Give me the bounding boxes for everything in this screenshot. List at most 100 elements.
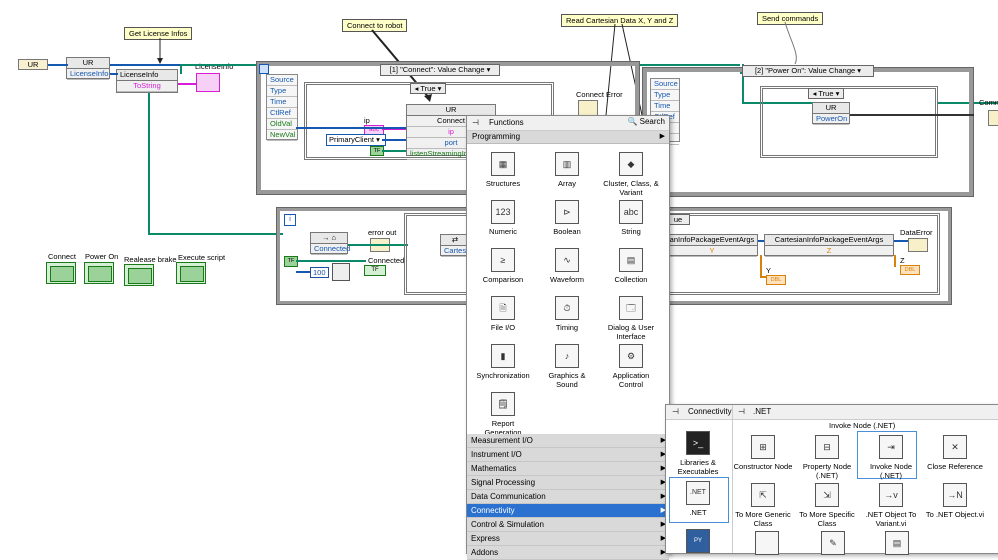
ur-property-node[interactable]: UR LicenseInfo [66, 57, 110, 80]
pin-icon[interactable]: ⊣ [672, 405, 679, 419]
poweron-invoke-node[interactable]: UR PowerOn [812, 102, 850, 125]
cluster-icon: ◆ [619, 152, 643, 176]
net-extra-item-2[interactable]: ✎ [803, 531, 863, 558]
to-more-generic-class-item[interactable]: ⇱ To More Generic Class [733, 483, 793, 528]
net-extra-icon-3: ▤ [885, 531, 909, 555]
release-brake-button[interactable] [124, 264, 154, 286]
file-io-icon: 🗎 [491, 296, 515, 320]
structures-icon: ▦ [491, 152, 515, 176]
comparison-icon: ≥ [491, 248, 515, 272]
palette-item-label: String [621, 227, 641, 236]
to-more-specific-class-item[interactable]: ⇲ To More Specific Class [797, 483, 857, 528]
comm-indicator[interactable] [988, 110, 998, 126]
execute-script-button-label: Execute script [178, 253, 226, 262]
array-palette-item[interactable]: ▥ Array [537, 152, 597, 188]
net-item[interactable]: .NET .NET [668, 481, 728, 517]
file-io-palette-item[interactable]: 🗎 File I/O [473, 296, 533, 332]
app-control-palette-item[interactable]: ⚙ Application Control [601, 344, 661, 389]
wait-ms-icon[interactable] [332, 263, 350, 281]
numeric-palette-item[interactable]: 123 Numeric [473, 200, 533, 236]
palette-item-label: Boolean [553, 227, 581, 236]
dialog-palette-item[interactable]: 🗔 Dialog & User Interface [601, 296, 661, 341]
collection-palette-item[interactable]: ▤ Collection [601, 248, 661, 284]
to-net-object-item[interactable]: →N To .NET Object.vi [925, 483, 985, 519]
to-more-generic-class-icon: ⇱ [751, 483, 775, 507]
net-title: .NET [753, 407, 772, 416]
waveform-palette-item[interactable]: ∿ Waveform [537, 248, 597, 284]
category-data-communication[interactable]: Data Communication ▶ [467, 490, 669, 504]
args-node-2[interactable]: CartesianInfoPackageEventArgs Z [764, 234, 894, 257]
licenseinfo-node[interactable]: LicenseInfo ToString [116, 69, 178, 93]
net-extra-item-1[interactable] [737, 531, 797, 558]
args-node-1[interactable]: anInfoPackageEventArgs Y [666, 234, 758, 257]
palette-item-label: Graphics & Sound [548, 371, 586, 389]
report-palette-item[interactable]: 🗒 Report Generation [473, 392, 533, 437]
y-label: Y [766, 266, 772, 275]
property-node-net-item[interactable]: ⊟ Property Node (.NET) [797, 435, 857, 480]
cluster-palette-item[interactable]: ◆ Cluster, Class, & Variant [601, 152, 661, 197]
connected-indicator[interactable]: TF [364, 265, 386, 276]
programming-header[interactable]: Programming ▶ [467, 131, 669, 144]
net-panel: ⊣ .NET Invoke Node (.NET) ⊞ Constructor No… [733, 405, 998, 555]
timing-palette-item[interactable]: ⏱ Timing [537, 296, 597, 332]
licenseinfo-indicator[interactable] [196, 73, 220, 92]
case-selector-true2[interactable]: ◂ True ▾ [808, 88, 844, 99]
close-reference-item[interactable]: ✕ Close Reference [925, 435, 985, 471]
category-instrument-i-o[interactable]: Instrument I/O ▶ [467, 448, 669, 462]
ur-connected-node[interactable]: → ⌂ Connected [310, 232, 350, 255]
palette-item-label: Dialog & User Interface [607, 323, 655, 341]
waveform-icon: ∿ [555, 248, 579, 272]
net-object-to-variant-item[interactable]: →v .NET Object To Variant.vi [861, 483, 921, 528]
to-more-specific-class-icon: ⇲ [815, 483, 839, 507]
functions-palette-titlebar[interactable]: ⊣ Functions 🔍 Search [467, 116, 669, 131]
case-selector-true[interactable]: ◂ True ▾ [410, 83, 446, 94]
pin-icon[interactable]: ⊣ [738, 405, 745, 419]
event-selector-poweron[interactable]: [2] "Power On": Value Change ▾ [742, 65, 874, 77]
pin-icon[interactable]: ⊣ [472, 118, 479, 127]
close-reference-icon: ✕ [943, 435, 967, 459]
constructor-node-item[interactable]: ⊞ Constructor Node [733, 435, 793, 471]
connect-error-label: Connect Error [576, 90, 623, 99]
boolean-palette-item[interactable]: ⊳ Boolean [537, 200, 597, 236]
wait-constant[interactable]: 100 [310, 267, 329, 278]
z-indicator[interactable]: DBL [900, 265, 920, 275]
net-extra-icon-2: ✎ [821, 531, 845, 555]
event-data-node: Source Type Time CtlRef OldVal NewVal [266, 74, 298, 141]
invoke-node-tooltip: Invoke Node (.NET) [829, 421, 896, 430]
connectivity-palette[interactable]: ⊣ Connectivity >_ Libraries & Executables… [665, 404, 998, 555]
programming-grid: ▦ Structures ▥ Array ◆ Cluster, Class, & Vari… [467, 144, 669, 437]
category-control-simulation[interactable]: Control & Simulation ▶ [467, 518, 669, 532]
category-express[interactable]: Express ▶ [467, 532, 669, 546]
net-item-label: Property Node (.NET) [802, 462, 852, 480]
primaryclient-enum[interactable]: PrimaryClient ▾ [326, 134, 386, 146]
sync-palette-item[interactable]: ▮ Synchronization [473, 344, 533, 380]
libraries-executables-item[interactable]: >_ Libraries & Executables [668, 431, 728, 476]
graphics-palette-item[interactable]: ♪ Graphics & Sound [537, 344, 597, 389]
connect-button-label: Connect [48, 252, 76, 261]
structures-palette-item[interactable]: ▦ Structures [473, 152, 533, 188]
category-mathematics[interactable]: Mathematics ▶ [467, 462, 669, 476]
category-measurement-i-o[interactable]: Measurement I/O ▶ [467, 434, 669, 448]
comparison-palette-item[interactable]: ≥ Comparison [473, 248, 533, 284]
y-indicator[interactable]: DBL [766, 275, 786, 285]
palette-item-label: Numeric [489, 227, 517, 236]
net-extra-item-3[interactable]: ▤ [867, 531, 927, 558]
category-connectivity[interactable]: Connectivity ▶ [467, 504, 669, 518]
net-extra-icon-1 [755, 531, 779, 555]
invoke-node-net-item[interactable]: ⇥ Invoke Node (.NET) [861, 435, 921, 480]
python-icon: PY [686, 529, 710, 553]
category-addons[interactable]: Addons ▶ [467, 546, 669, 560]
functions-palette-title: Functions [489, 118, 524, 127]
ur-constant[interactable]: UR [18, 59, 48, 70]
event-selector-connect[interactable]: [1] "Connect": Value Change ▾ [380, 64, 500, 76]
functions-palette[interactable]: ⊣ Functions 🔍 Search Programming ▶ ▦ Struc… [466, 115, 670, 560]
collection-icon: ▤ [619, 248, 643, 272]
poweron-button[interactable] [84, 262, 114, 284]
connect-button[interactable] [46, 262, 76, 284]
string-palette-item[interactable]: abc String [601, 200, 661, 236]
category-signal-processing[interactable]: Signal Processing ▶ [467, 476, 669, 490]
search-button[interactable]: 🔍 Search [627, 117, 665, 126]
dataerror-indicator[interactable] [908, 238, 928, 252]
to-net-object-icon: →N [943, 483, 967, 507]
execute-script-button[interactable] [176, 262, 206, 284]
